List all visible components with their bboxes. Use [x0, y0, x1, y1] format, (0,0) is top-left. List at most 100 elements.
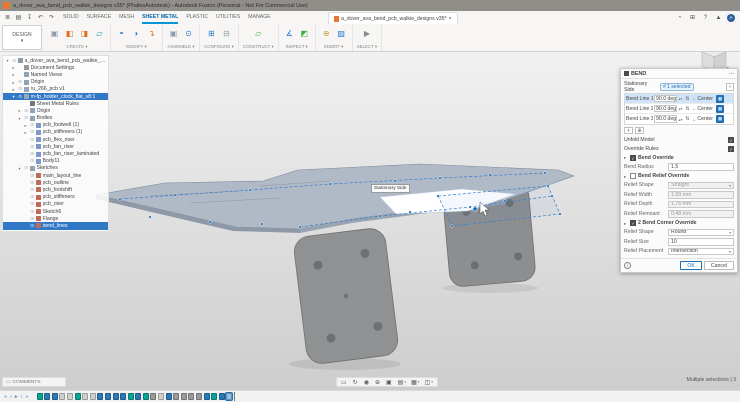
- tree-item[interactable]: ⊙ pcb_stiffeners: [3, 194, 108, 201]
- angle-stepper[interactable]: ▴▾: [678, 96, 683, 101]
- expand-arrow-icon[interactable]: ▸: [23, 130, 28, 135]
- expand-arrow-icon[interactable]: ▸: [11, 72, 16, 77]
- angle-stepper[interactable]: ▴▾: [678, 117, 683, 122]
- timeline-feature[interactable]: [219, 393, 225, 400]
- visibility-eye-icon[interactable]: ⊙: [30, 144, 35, 150]
- expand-arrow-icon[interactable]: ▸: [11, 87, 16, 92]
- go-to-start-button[interactable]: «: [3, 394, 8, 400]
- fillet-icon[interactable]: ◗: [130, 28, 143, 41]
- decal-icon[interactable]: ▨: [335, 28, 348, 41]
- field-value[interactable]: 1.59 mm: [668, 191, 734, 199]
- visibility-eye-icon[interactable]: ⊙: [30, 201, 35, 207]
- checkbox[interactable]: [728, 137, 734, 143]
- visibility-eye-icon[interactable]: ⊙: [30, 180, 35, 186]
- go-to-end-button[interactable]: »: [25, 394, 30, 400]
- tree-item[interactable]: ⊙ pcb_flex_riser: [3, 136, 108, 143]
- timeline-feature[interactable]: [105, 393, 111, 400]
- field-value[interactable]: 1.5: [668, 163, 734, 171]
- tree-item[interactable]: ⊙ Sketch6: [3, 208, 108, 215]
- ok-button[interactable]: OK: [680, 261, 702, 270]
- timeline-feature[interactable]: [37, 393, 43, 400]
- tree-item[interactable]: ▸ ⊙ Origin: [3, 107, 108, 114]
- ribbon-tab[interactable]: SHEET METAL: [142, 11, 178, 24]
- visibility-eye-icon[interactable]: ⊙: [30, 223, 35, 229]
- ribbon-group-label[interactable]: CONFIGURE ▾: [204, 43, 234, 51]
- visibility-eye-icon[interactable]: ⊙: [24, 108, 29, 114]
- checkbox[interactable]: [728, 146, 734, 152]
- dialog-title-bar[interactable]: BEND ⋯: [621, 69, 737, 79]
- visibility-eye-icon[interactable]: ⊙: [30, 158, 35, 164]
- timeline-feature[interactable]: [120, 393, 126, 400]
- visibility-eye-icon[interactable]: ⊙: [30, 122, 35, 128]
- ribbon-tab[interactable]: MANAGE: [248, 11, 270, 24]
- expand-arrow-icon[interactable]: ▾: [11, 94, 16, 99]
- create-sketch-icon[interactable]: ▱: [93, 28, 106, 41]
- zoom-icon[interactable]: ⊕: [373, 379, 383, 386]
- ribbon-group-label[interactable]: CONSTRUCT ▾: [243, 43, 274, 51]
- save-icon[interactable]: ↧: [25, 12, 34, 23]
- ribbon-tab[interactable]: MESH: [119, 11, 134, 24]
- timeline-feature[interactable]: [90, 393, 96, 400]
- look-at-icon[interactable]: ◉: [362, 379, 372, 386]
- tree-item[interactable]: ▸ ⊙ pcb_stiffeners (1): [3, 129, 108, 136]
- tree-item[interactable]: ▸ ⊙ ru_266_pcb v1: [3, 86, 108, 93]
- visibility-eye-icon[interactable]: ⊙: [24, 115, 29, 121]
- dialog-grip-icon[interactable]: ⋯: [729, 71, 734, 77]
- timeline-feature[interactable]: [67, 393, 73, 400]
- timeline-feature[interactable]: [166, 393, 172, 400]
- section-checkbox[interactable]: [630, 173, 636, 179]
- job-status-icon[interactable]: ◔: [675, 12, 684, 23]
- section-expand-icon[interactable]: ▸: [624, 155, 628, 160]
- timeline-feature[interactable]: [135, 393, 141, 400]
- field-value[interactable]: 10: [668, 238, 734, 246]
- ribbon-group-label[interactable]: INSERT ▾: [324, 43, 343, 51]
- press-pull-icon[interactable]: ◓: [115, 28, 128, 41]
- undo-icon[interactable]: ↶: [36, 12, 45, 23]
- info-icon[interactable]: i: [624, 262, 631, 269]
- ribbon-tab[interactable]: PLASTIC: [186, 11, 208, 24]
- construct-plane-icon[interactable]: ▱: [252, 28, 265, 41]
- add-bend-line-button[interactable]: +: [624, 127, 633, 134]
- tree-item[interactable]: ⊙ Body11: [3, 158, 108, 165]
- selection-chip[interactable]: # 1 selected: [660, 83, 694, 91]
- tree-item[interactable]: ▸ Document Settings: [3, 64, 108, 71]
- timeline-feature[interactable]: [226, 393, 232, 400]
- expand-arrow-icon[interactable]: ▾: [5, 58, 10, 63]
- tree-item[interactable]: ⊙ Flange: [3, 215, 108, 222]
- visibility-eye-icon[interactable]: ⊙: [30, 137, 35, 143]
- timeline-feature[interactable]: [158, 393, 164, 400]
- insert-derive-icon[interactable]: ⊕: [320, 28, 333, 41]
- visibility-eye-icon[interactable]: ⊙: [30, 216, 35, 222]
- expand-arrow-icon[interactable]: ▸: [23, 123, 28, 128]
- tree-item[interactable]: ▾ ⊙ Bodies: [3, 115, 108, 122]
- configure-icon[interactable]: ⊞: [205, 28, 218, 41]
- comments-bar[interactable]: ▭ COMMENTS: [2, 377, 66, 387]
- visibility-eye-icon[interactable]: ⊙: [18, 79, 23, 85]
- app-menu-icon[interactable]: ≣: [3, 12, 12, 23]
- tree-item[interactable]: ▸ ⊙ pcb_footwell (1): [3, 122, 108, 129]
- expand-arrow-icon[interactable]: ▸: [17, 108, 22, 113]
- expand-arrow-icon[interactable]: ▸: [11, 80, 16, 85]
- bend-override-button[interactable]: ▦: [716, 105, 724, 113]
- visibility-eye-icon[interactable]: ⊙: [30, 194, 35, 200]
- help-icon[interactable]: ?: [701, 12, 710, 23]
- bend-position-select[interactable]: ∟ Center: [692, 116, 715, 122]
- field-value[interactable]: 1.75 mm: [668, 201, 734, 209]
- timeline-feature[interactable]: [59, 393, 65, 400]
- visibility-eye-icon[interactable]: ⊙: [30, 151, 35, 157]
- expand-arrow-icon[interactable]: ▾: [17, 116, 22, 121]
- timeline-feature[interactable]: [181, 393, 187, 400]
- tree-item[interactable]: Sheet Metal Rules: [3, 100, 108, 107]
- profile-avatar[interactable]: A: [727, 14, 735, 22]
- step-back-button[interactable]: ‹: [9, 394, 13, 400]
- angle-stepper[interactable]: ▴▾: [678, 106, 683, 111]
- visibility-eye-icon[interactable]: ⊙: [18, 86, 23, 92]
- notifications-icon[interactable]: ▲: [714, 12, 723, 23]
- bend-angle-input[interactable]: 90.0 deg: [654, 115, 677, 123]
- tree-item[interactable]: ▸ Named Views: [3, 71, 108, 78]
- ribbon-group-label[interactable]: MODIFY ▾: [126, 43, 146, 51]
- field-value[interactable]: Intersection ▾: [668, 248, 734, 256]
- assemble-component-icon[interactable]: ▣: [167, 28, 180, 41]
- grid-settings-icon[interactable]: ▦ ▾: [409, 379, 421, 386]
- redo-icon[interactable]: ↷: [47, 12, 56, 23]
